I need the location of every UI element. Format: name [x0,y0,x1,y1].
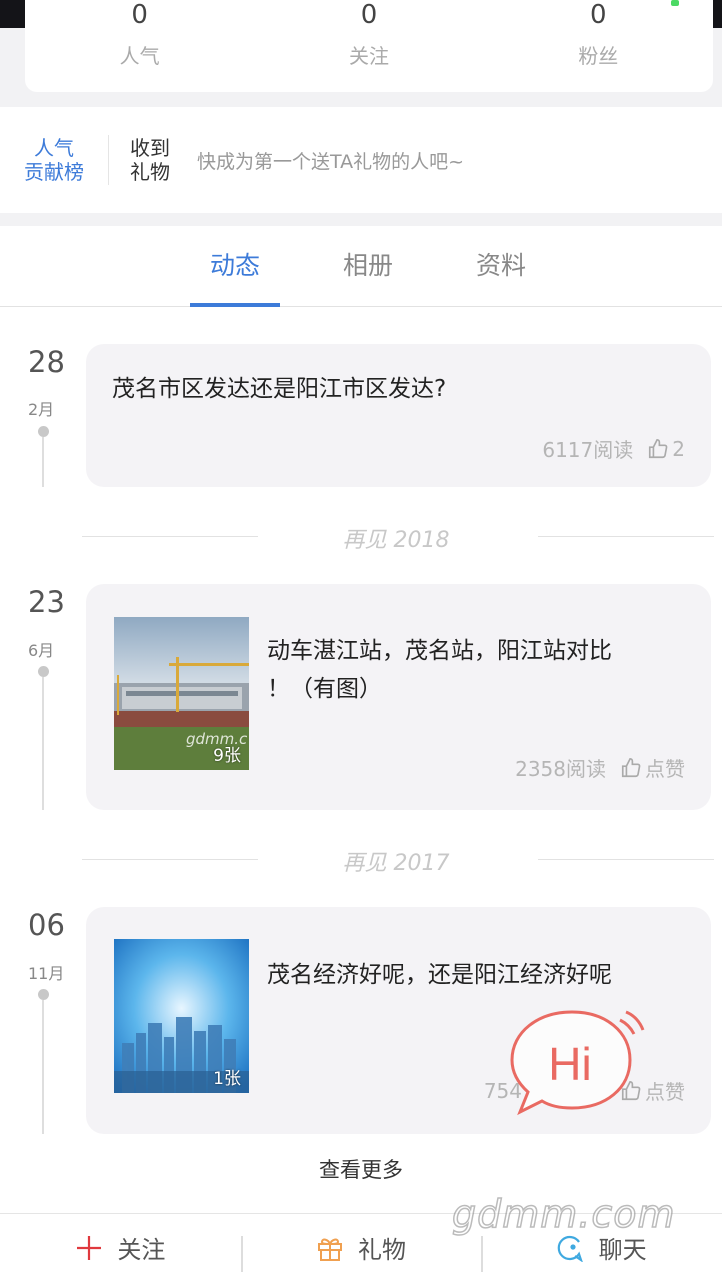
image-count: 1张 [213,1069,241,1089]
like-label: 点赞 [645,1080,685,1104]
gift-label: 礼物 [358,1236,406,1264]
tab-posts[interactable]: 动态 [175,226,295,307]
post-title: 茂名市区发达还是阳江市区发达? [112,376,447,402]
post-card[interactable]: 茂名市区发达还是阳江市区发达? 6117阅读 2 [86,344,711,487]
timeline-line [42,1000,44,1134]
gift-button[interactable]: 礼物 [240,1214,482,1281]
post-card[interactable]: 9张 gdmm.c 动车湛江站，茂名站，阳江站对比 ！（有图） 2358阅读 点… [86,584,711,810]
post-title-line1: 动车湛江站，茂名站，阳江站对比 [267,638,612,664]
hi-text: Hi [548,1038,591,1090]
hi-bubble-icon: Hi [510,1010,645,1116]
post-image[interactable]: 1张 [114,939,249,1093]
gift-hint[interactable]: 快成为第一个送TA礼物的人吧~ [197,147,464,174]
tab-profile[interactable]: 资料 [441,226,561,306]
timeline-line [42,677,44,810]
profile-tabs: 动态 相册 资料 [0,226,722,307]
like-button[interactable]: 点赞 [620,753,685,782]
year-separator: 再见 2018 [0,516,722,556]
profile-stats-card: 0 人气 0 关注 0 粉丝 [25,0,713,92]
gift-bar: 人气 贡献榜 收到 礼物 快成为第一个送TA礼物的人吧~ [0,107,722,213]
follow-button[interactable]: 关注 [0,1214,241,1281]
received-gifts-label: 收到 礼物 [109,136,191,184]
post-date-month: 2月 [28,400,55,419]
stat-fans[interactable]: 0 粉丝 [484,0,713,92]
online-indicator [671,0,679,6]
post-title: 动车湛江站，茂名站，阳江站对比 ！（有图） [267,632,612,708]
timeline-dot [38,989,49,1000]
post-image[interactable]: 9张 gdmm.c [114,617,249,770]
stat-value: 0 [131,0,148,30]
stat-value: 0 [360,0,378,30]
chat-icon [557,1235,583,1262]
image-watermark: gdmm.c [186,730,248,748]
like-count: 2 [672,436,685,461]
rank-label-line2: 贡献榜 [24,160,84,184]
post-meta: 2358阅读 点赞 [515,753,685,782]
read-count: 2358阅读 [515,757,606,781]
thumbs-up-icon [621,757,641,777]
post-meta: 6117阅读 2 [542,434,685,463]
post-date-day: 06 [28,908,65,942]
timeline-dot [38,666,49,677]
recv-label-line1: 收到 [130,136,170,160]
thumbs-up-icon [649,438,668,458]
post-date-day: 28 [28,345,65,379]
like-button[interactable]: 2 [647,437,685,461]
read-count: 6117阅读 [542,438,634,462]
timeline-line [42,437,44,487]
year-separator: 再见 2017 [0,839,722,879]
stat-popularity[interactable]: 0 人气 [25,0,254,92]
stat-label: 粉丝 [578,44,619,68]
recv-label-line2: 礼物 [130,160,170,184]
stat-label: 关注 [348,44,389,68]
like-label: 点赞 [645,757,685,781]
hi-greeting-button[interactable]: Hi [506,1006,646,1118]
see-more-link[interactable]: 查看更多 [0,1154,722,1184]
post-date-day: 23 [28,585,65,619]
stat-following[interactable]: 0 关注 [254,0,483,92]
rank-label-line1: 人气 [34,136,74,160]
year-separator-text: 再见 2017 [342,851,450,876]
gift-icon [318,1238,342,1261]
plus-icon [77,1235,102,1260]
site-watermark: gdmm.com [451,1191,676,1237]
year-separator-text: 再见 2018 [342,528,450,553]
post-title: 茂名经济好呢，还是阳江经济好呢 [267,962,612,988]
popularity-rank-button[interactable]: 人气 贡献榜 [0,135,109,185]
tab-album[interactable]: 相册 [308,226,428,306]
follow-label: 关注 [117,1236,166,1264]
post-date-month: 11月 [28,964,65,983]
post-date-month: 6月 [28,641,55,660]
stat-label: 人气 [119,44,160,68]
post-title-line2: ！（有图） [267,676,382,702]
timeline-dot [38,426,49,437]
